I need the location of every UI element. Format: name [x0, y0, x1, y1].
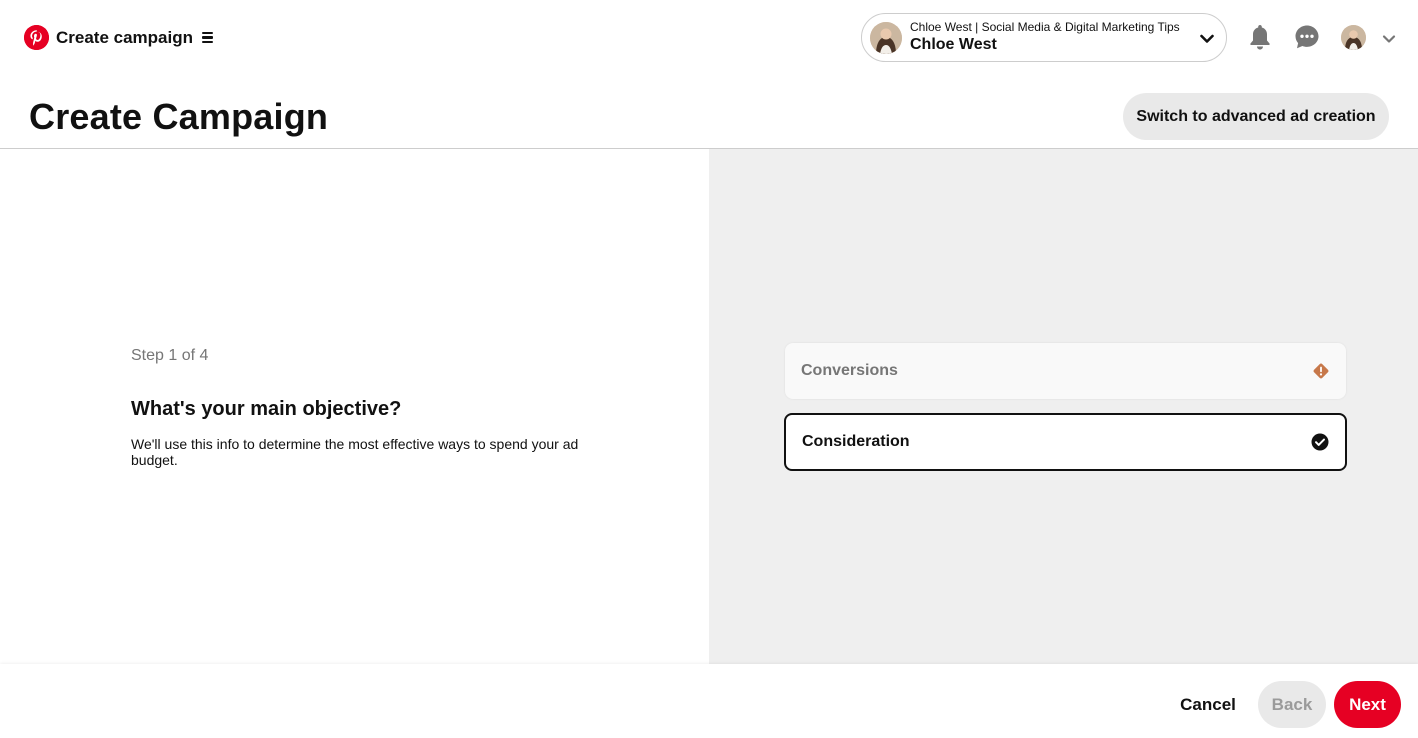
account-avatar	[870, 21, 902, 54]
brand-menu[interactable]: Create campaign	[24, 25, 213, 50]
objective-option-conversions[interactable]: Conversions	[785, 343, 1346, 399]
footer-actions: Cancel Back Next	[0, 664, 1418, 738]
user-name: Chloe West	[910, 36, 997, 54]
objective-option-label: Consideration	[802, 433, 910, 450]
business-account-name: Chloe West | Social Media & Digital Mark…	[910, 20, 1180, 35]
objective-option-consideration[interactable]: Consideration	[784, 413, 1347, 471]
notifications-bell-icon[interactable]	[1245, 22, 1275, 52]
check-circle-icon	[1311, 433, 1329, 451]
page-title: Create Campaign	[29, 96, 329, 137]
cancel-button[interactable]: Cancel	[1167, 681, 1249, 728]
account-menu-chevron-icon[interactable]	[1382, 31, 1396, 49]
switch-to-advanced-button[interactable]: Switch to advanced ad creation	[1123, 93, 1389, 140]
back-button[interactable]: Back	[1258, 681, 1326, 728]
objective-option-label: Conversions	[801, 362, 898, 379]
objective-question: What's your main objective?	[131, 398, 402, 420]
chevron-down-icon[interactable]	[1200, 31, 1214, 49]
user-avatar[interactable]	[1341, 25, 1366, 50]
app-title[interactable]: Create campaign	[56, 28, 193, 48]
objective-help-text: We'll use this info to determine the mos…	[131, 436, 579, 468]
objective-info-panel: Step 1 of 4 What's your main objective? …	[0, 149, 709, 664]
objective-options-panel: Conversions Consideration	[709, 149, 1418, 664]
top-navigation: Create campaign Chloe West | Social Medi…	[0, 0, 1418, 76]
warning-icon[interactable]	[1312, 362, 1330, 380]
next-button[interactable]: Next	[1334, 681, 1401, 728]
step-indicator: Step 1 of 4	[131, 347, 209, 364]
pinterest-logo-icon[interactable]	[24, 25, 49, 50]
menu-icon[interactable]	[202, 31, 213, 44]
messages-chat-icon[interactable]	[1292, 22, 1322, 52]
account-switcher[interactable]: Chloe West | Social Media & Digital Mark…	[861, 13, 1227, 62]
